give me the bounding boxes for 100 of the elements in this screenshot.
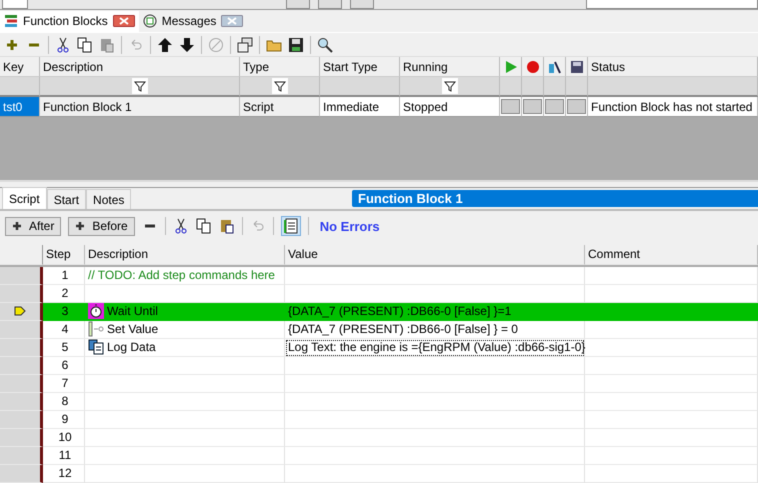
toolbar-button[interactable] [286, 0, 310, 9]
editor-tab[interactable]: Notes [86, 189, 132, 210]
column-header[interactable]: Value [285, 244, 585, 265]
table-cell: 7 [43, 374, 85, 393]
column-header[interactable]: Key [0, 57, 40, 78]
row-header[interactable] [0, 446, 43, 465]
table-cell[interactable] [285, 464, 585, 483]
table-cell: 4 [43, 320, 85, 339]
editor-tab[interactable]: Script [2, 187, 47, 210]
row-header[interactable] [0, 464, 43, 483]
column-header[interactable]: Step [43, 244, 85, 265]
script-icon[interactable] [280, 216, 301, 236]
column-header[interactable]: Comment [585, 244, 758, 265]
filter-cell[interactable] [0, 77, 40, 98]
plus-icon [12, 221, 22, 232]
insert-button[interactable]: After [5, 216, 62, 236]
table-cell[interactable] [285, 410, 585, 429]
value-text: Log Text: the engine is ={EngRPM (Value) :db66-sig1-0} [288, 340, 586, 354]
current-step-icon [14, 306, 26, 316]
table-cell[interactable] [285, 446, 585, 465]
tools-icon [548, 60, 562, 74]
table-cell: 9 [43, 410, 85, 429]
list-icon [4, 14, 18, 28]
table-cell[interactable] [285, 392, 585, 411]
table-cell: Immediate [320, 97, 400, 118]
up-arrow-icon[interactable] [157, 36, 173, 52]
column-header[interactable]: Description [85, 244, 285, 265]
documents-icon [88, 339, 104, 356]
column-header[interactable] [544, 57, 566, 78]
value-text: {DATA_7 (PRESENT) :DB66-0 [False] }=1 [288, 304, 512, 318]
plus-icon [75, 221, 86, 232]
copy-icon[interactable] [77, 36, 93, 52]
table-cell[interactable] [285, 428, 585, 447]
column-header[interactable]: Description [40, 57, 240, 78]
filter-icon[interactable] [442, 78, 458, 94]
table-cell[interactable]: {DATA_7 (PRESENT) :DB66-0 [False] } = 0 [285, 320, 585, 339]
filter-icon[interactable] [272, 78, 288, 94]
toolbar-button[interactable] [318, 0, 342, 9]
copy-icon[interactable] [196, 218, 212, 234]
row-header[interactable] [0, 266, 43, 285]
value-text: {DATA_7 (PRESENT) :DB66-0 [False] } = 0 [288, 322, 518, 336]
editor-tab[interactable]: Start [46, 189, 86, 210]
table-cell: Stopped [400, 97, 500, 118]
down-arrow-icon[interactable] [179, 36, 195, 52]
comment-text: // TODO: Add step commands here [88, 268, 275, 282]
row-header[interactable] [0, 284, 43, 303]
toolbar-button[interactable] [350, 0, 374, 9]
row-header[interactable] [0, 356, 43, 375]
column-header[interactable] [566, 57, 588, 78]
table-cell[interactable]: Log Text: the engine is ={EngRPM (Value) :db66-sig1-0} [285, 338, 585, 357]
save-icon[interactable] [288, 36, 304, 52]
search-icon[interactable] [317, 36, 333, 52]
row-header[interactable] [0, 338, 43, 357]
table-cell[interactable] [285, 266, 585, 285]
column-header[interactable]: Start Type [320, 57, 400, 78]
table-cell[interactable] [285, 356, 585, 375]
windows-icon[interactable] [237, 36, 253, 52]
filter-cell[interactable] [40, 77, 240, 98]
table-cell: Function Block has not started [588, 97, 758, 118]
insert-button[interactable]: Before [68, 216, 135, 236]
panel-tab[interactable]: Messages [138, 10, 248, 32]
step-command: Wait Until [107, 304, 158, 318]
set-value-icon [88, 321, 104, 338]
table-cell[interactable]: tst0 [0, 97, 40, 118]
filter-cell[interactable] [320, 77, 400, 98]
table-cell: 8 [43, 392, 85, 411]
play-icon [504, 60, 518, 74]
filter-icon[interactable] [132, 78, 148, 94]
close-icon[interactable] [112, 15, 135, 28]
step-command: Set Value [107, 322, 158, 336]
row-header[interactable] [0, 302, 43, 321]
row-header[interactable] [0, 374, 43, 393]
filter-cell[interactable] [588, 77, 758, 98]
table-cell: 5 [43, 338, 85, 357]
table-cell: 3 [43, 302, 85, 321]
save-icon [570, 60, 584, 74]
stopwatch-icon [88, 303, 104, 320]
validation-status: No Errors [320, 218, 380, 234]
table-cell: 11 [43, 446, 85, 465]
paste-icon[interactable] [218, 218, 235, 234]
row-header[interactable] [0, 428, 43, 447]
row-header[interactable] [0, 392, 43, 411]
toolbar-button[interactable] [2, 0, 28, 9]
table-cell[interactable] [285, 374, 585, 393]
cut-icon[interactable] [55, 36, 71, 52]
column-header[interactable]: Status [588, 57, 758, 78]
monitor-icon [142, 14, 157, 28]
column-header[interactable]: Running [400, 57, 500, 78]
panel-tab[interactable]: Function Blocks [0, 10, 139, 32]
row-header[interactable] [0, 320, 43, 339]
filter-cell[interactable] [400, 77, 500, 98]
table-cell[interactable]: {DATA_7 (PRESENT) :DB66-0 [False] }=1 [285, 302, 585, 321]
cut-icon[interactable] [172, 218, 189, 234]
editor-title: Function Block 1 [352, 190, 758, 208]
column-header[interactable]: Type [240, 57, 320, 78]
filter-cell[interactable] [240, 77, 320, 98]
record-icon [526, 60, 540, 74]
close-icon[interactable] [221, 15, 244, 28]
table-cell: 12 [43, 464, 85, 483]
row-header[interactable] [0, 410, 43, 429]
